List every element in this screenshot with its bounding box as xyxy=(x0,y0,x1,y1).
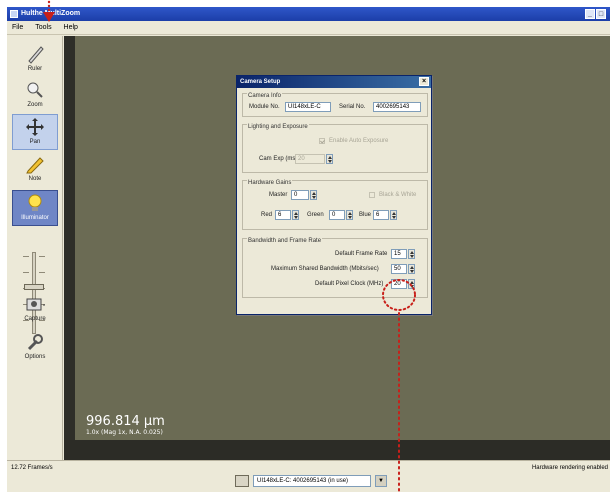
group-title: Lighting and Exposure xyxy=(247,124,309,130)
master-spinner[interactable] xyxy=(310,190,317,200)
title-bar: Hulthe MultiZoom _ □ xyxy=(7,7,610,21)
frame-rate-status: 12.72 Frames/s xyxy=(11,465,53,471)
green-spinner[interactable] xyxy=(346,210,353,220)
camera-icon xyxy=(26,298,45,311)
frame-rate-spinner[interactable] xyxy=(408,249,415,259)
app-icon xyxy=(10,10,18,18)
group-title: Camera Info xyxy=(247,93,283,99)
green-label: Green xyxy=(307,212,324,218)
bandwidth-spinner[interactable] xyxy=(408,264,415,274)
bulb-icon xyxy=(28,194,42,211)
blue-field[interactable]: 6 xyxy=(373,210,389,220)
cam-exp-label: Cam Exp (ms) xyxy=(259,156,298,162)
auto-exposure-checkbox[interactable] xyxy=(319,138,325,144)
hardware-gains-group: Hardware Gains Master 0 Black & White Re… xyxy=(242,180,428,230)
camera-icon xyxy=(235,475,249,487)
scale-bar: 996.814 µm 1.0x (Mag 1x, N.A. 0.025) xyxy=(86,415,165,437)
chevron-down-icon[interactable]: ▼ xyxy=(375,475,387,487)
app-window: Hulthe MultiZoom _ □ File Tools Help Rul… xyxy=(7,7,610,492)
pan-label: Pan xyxy=(29,139,41,145)
slider-tick xyxy=(39,256,45,257)
zoom-tool[interactable]: Zoom xyxy=(12,78,58,114)
menu-help[interactable]: Help xyxy=(59,21,83,35)
viewport-bottom-band xyxy=(64,440,610,460)
note-label: Note xyxy=(28,176,42,182)
magnifier-icon xyxy=(27,82,43,98)
bandwidth-field[interactable]: 50 xyxy=(391,264,407,274)
serial-field[interactable]: 4002695143 xyxy=(373,102,421,112)
illuminator-tool[interactable]: Illuminator xyxy=(12,190,58,226)
frame-rate-field[interactable]: 15 xyxy=(391,249,407,259)
scale-detail: 1.0x (Mag 1x, N.A. 0.025) xyxy=(86,429,163,436)
red-field[interactable]: 6 xyxy=(275,210,291,220)
frame-rate-label: Default Frame Rate xyxy=(335,251,388,257)
master-label: Master xyxy=(269,192,288,198)
maximize-button[interactable]: □ xyxy=(596,9,606,19)
dialog-close-button[interactable]: × xyxy=(419,77,429,86)
capture-label: Capture xyxy=(24,316,46,322)
dialog-title: Camera Setup xyxy=(240,79,281,85)
master-field[interactable]: 0 xyxy=(291,190,309,200)
cam-exp-field[interactable]: 20 xyxy=(295,154,325,164)
blue-label: Blue xyxy=(359,212,372,218)
note-tool[interactable]: Note xyxy=(12,152,58,188)
camera-info-group: Camera Info Module No. UI148xLE-C Serial… xyxy=(242,93,428,117)
bandwidth-framerate-group: Bandwidth and Frame Rate Default Frame R… xyxy=(242,238,428,298)
bandwidth-label: Maximum Shared Bandwidth (Mbits/sec) xyxy=(271,266,379,272)
cam-exp-spinner[interactable] xyxy=(326,154,333,164)
illuminator-label: Illuminator xyxy=(21,215,49,221)
green-field[interactable]: 0 xyxy=(329,210,345,220)
dialog-title-bar: Camera Setup × xyxy=(237,76,431,88)
minimize-button[interactable]: _ xyxy=(585,9,595,19)
options-tool[interactable]: Options xyxy=(12,330,58,366)
slider-thumb[interactable] xyxy=(24,284,44,290)
red-label: Red xyxy=(261,212,273,218)
pixel-clock-spinner[interactable] xyxy=(408,279,415,289)
camera-select-box[interactable]: UI148xLE-C: 4002695143 (in use) xyxy=(253,475,371,487)
pencil-icon xyxy=(26,157,44,174)
pan-hand-icon xyxy=(26,118,44,136)
black-white-checkbox[interactable] xyxy=(369,192,375,198)
pixel-clock-label: Default Pixel Clock (MHz) xyxy=(315,281,384,287)
options-label: Options xyxy=(24,354,46,360)
red-spinner[interactable] xyxy=(292,210,299,220)
app-title: Hulthe MultiZoom xyxy=(21,10,81,17)
rendering-status: Hardware rendering enabled xyxy=(531,465,608,471)
serial-label: Serial No. xyxy=(339,104,366,110)
menu-bar: File Tools Help xyxy=(7,21,610,35)
lighting-exposure-group: Lighting and Exposure Enable Auto Exposu… xyxy=(242,124,428,173)
scale-value: 996.814 µm xyxy=(86,414,165,429)
group-title: Bandwidth and Frame Rate xyxy=(247,238,323,244)
tool-sidebar: Ruler Zoom Pan Note Illuminator Capture … xyxy=(7,36,63,460)
auto-exposure-label: Enable Auto Exposure xyxy=(329,138,389,144)
zoom-label: Zoom xyxy=(27,102,43,108)
pixel-clock-field[interactable]: 20 xyxy=(391,279,407,289)
module-label: Module No. xyxy=(249,104,280,110)
status-bar: 12.72 Frames/s Hardware rendering enable… xyxy=(7,460,610,492)
slider-tick xyxy=(39,272,45,273)
ruler-icon xyxy=(28,46,44,64)
pan-tool[interactable]: Pan xyxy=(12,114,58,150)
menu-file[interactable]: File xyxy=(7,21,28,35)
wrench-icon xyxy=(27,334,43,351)
capture-tool[interactable]: Capture xyxy=(12,292,58,328)
slider-tick xyxy=(23,256,29,257)
viewport-edge xyxy=(64,36,75,460)
blue-spinner[interactable] xyxy=(390,210,397,220)
group-title: Hardware Gains xyxy=(247,180,293,186)
black-white-label: Black & White xyxy=(379,192,417,198)
module-field[interactable]: UI148xLE-C xyxy=(285,102,331,112)
live-image-viewport[interactable]: 996.814 µm 1.0x (Mag 1x, N.A. 0.025) Cam… xyxy=(64,36,610,460)
camera-setup-dialog: Camera Setup × Camera Info Module No. UI… xyxy=(236,75,432,315)
menu-tools[interactable]: Tools xyxy=(30,21,56,35)
slider-tick xyxy=(23,272,29,273)
ruler-label: Ruler xyxy=(27,66,43,72)
ruler-tool[interactable]: Ruler xyxy=(12,42,58,78)
